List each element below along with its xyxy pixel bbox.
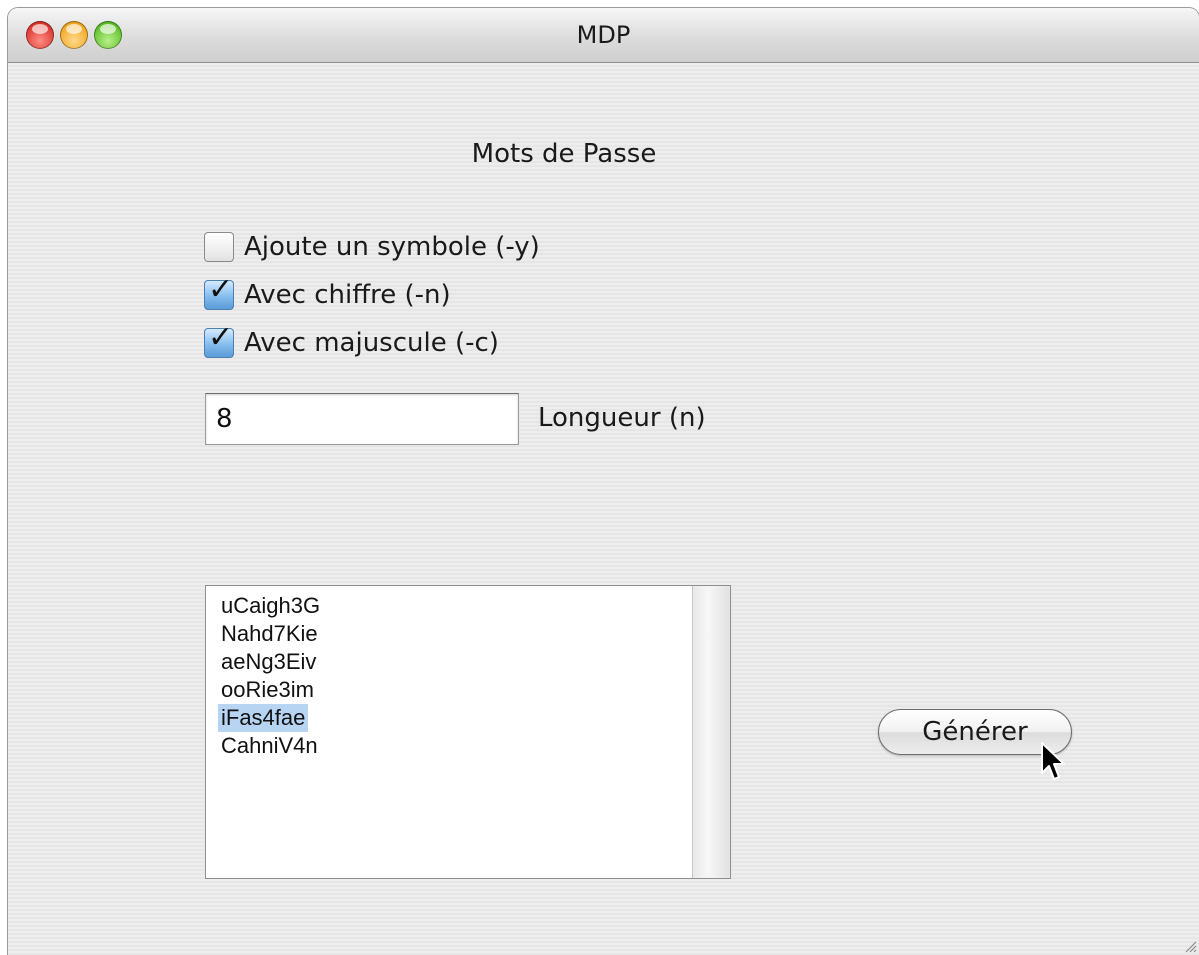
- form-heading: Mots de Passe: [471, 139, 657, 169]
- digit-checkbox[interactable]: ✓: [204, 275, 234, 310]
- title-bar[interactable]: MDP: [8, 8, 1199, 63]
- digit-label: Avec chiffre (-n): [244, 280, 451, 310]
- window-title: MDP: [576, 21, 631, 49]
- symbol-label: Ajoute un symbole (-y): [244, 232, 540, 262]
- app-window: MDP Mots de Passe Ajoute un symbole (-y)…: [8, 8, 1199, 955]
- option-uppercase[interactable]: ✓ Avec majuscule (-c): [204, 323, 499, 363]
- length-input[interactable]: [205, 393, 519, 445]
- option-digit[interactable]: ✓ Avec chiffre (-n): [204, 275, 451, 315]
- list-item[interactable]: uCaigh3G: [218, 592, 323, 620]
- checkmark-icon: ✓: [208, 320, 234, 355]
- password-list-items: uCaigh3G Nahd7Kie aeNg3Eiv ooRie3im iFas…: [206, 586, 692, 878]
- list-item[interactable]: CahniV4n: [218, 732, 321, 760]
- list-item[interactable]: aeNg3Eiv: [218, 648, 319, 676]
- list-item[interactable]: Nahd7Kie: [218, 620, 321, 648]
- list-item-selected[interactable]: iFas4fae: [218, 704, 309, 732]
- uppercase-checkbox[interactable]: ✓: [204, 323, 234, 358]
- length-label: Longueur (n): [538, 403, 706, 433]
- checkmark-icon: ✓: [208, 272, 234, 307]
- symbol-checkbox[interactable]: [204, 232, 234, 262]
- option-symbol[interactable]: Ajoute un symbole (-y): [204, 227, 540, 267]
- uppercase-label: Avec majuscule (-c): [244, 328, 499, 358]
- arrow-cursor-icon: [1041, 742, 1065, 780]
- resize-grip-icon[interactable]: [1183, 939, 1197, 953]
- list-item[interactable]: ooRie3im: [218, 676, 317, 704]
- list-scrollbar[interactable]: [692, 586, 730, 878]
- window-content: Mots de Passe Ajoute un symbole (-y) ✓ A…: [8, 63, 1199, 955]
- password-list[interactable]: uCaigh3G Nahd7Kie aeNg3Eiv ooRie3im iFas…: [205, 585, 731, 879]
